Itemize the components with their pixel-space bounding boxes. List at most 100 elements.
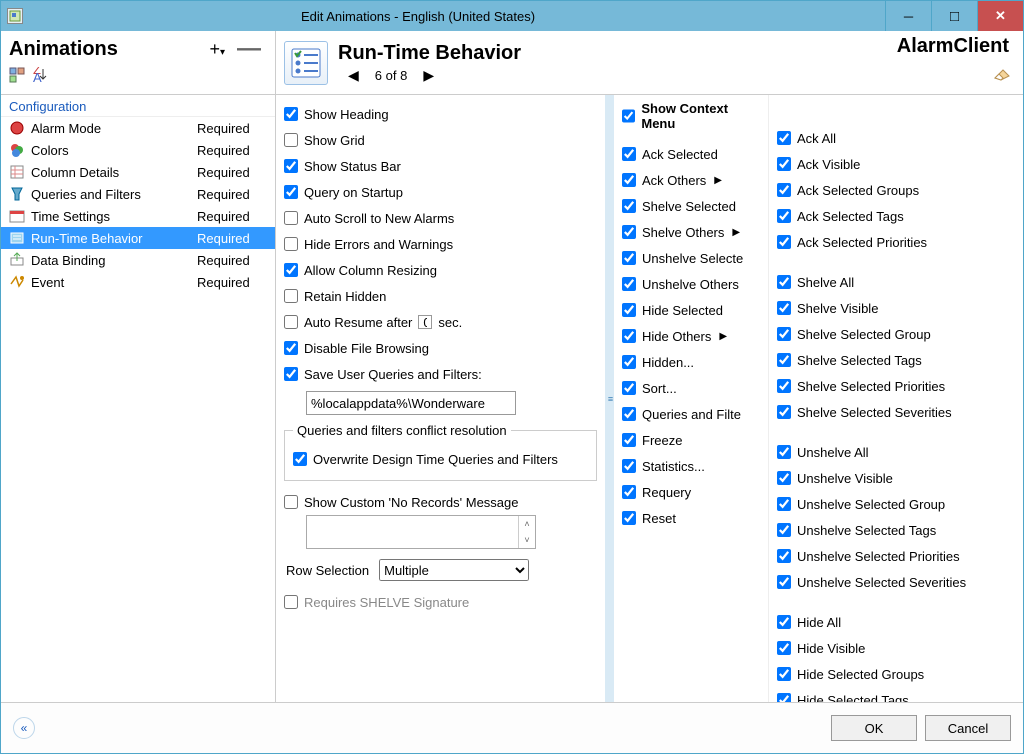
remove-animation-button[interactable]: — (231, 35, 267, 63)
show-grid-checkbox[interactable] (284, 133, 298, 147)
nav-item-icon (9, 208, 25, 224)
pager-prev-button[interactable]: ◀ (348, 67, 359, 84)
maximize-button[interactable] (931, 1, 977, 31)
ctx-ack-selected-groups-checkbox[interactable] (777, 183, 791, 197)
ok-button[interactable]: OK (831, 715, 917, 741)
nav-item-column-details[interactable]: Column DetailsRequired (1, 161, 275, 183)
ctx-unshelve-selecte-checkbox[interactable] (622, 251, 636, 265)
ctx-unshelve-selected-severities-checkbox[interactable] (777, 575, 791, 589)
msg-down-button[interactable]: ˅ (519, 532, 535, 548)
splitter[interactable]: ≡ (606, 95, 614, 702)
ctx-statistics--checkbox[interactable] (622, 459, 636, 473)
ctx-ack-all-checkbox[interactable] (777, 131, 791, 145)
show-custom-msg-checkbox[interactable] (284, 495, 298, 509)
requires-sig-checkbox[interactable] (284, 595, 298, 609)
custom-msg-input[interactable]: ˄˅ (306, 515, 536, 549)
clear-icon[interactable] (991, 66, 1015, 90)
ctx-item-label: Ack Selected (642, 147, 718, 162)
cancel-button[interactable]: Cancel (925, 715, 1011, 741)
retain-hidden-checkbox[interactable] (284, 289, 298, 303)
ctx-ack-selected-checkbox[interactable] (622, 147, 636, 161)
nav-item-event[interactable]: EventRequired (1, 271, 275, 293)
component-name: AlarmClient (897, 35, 1015, 58)
ctx-item-label: Ack Others (642, 173, 706, 188)
ctx-unshelve-visible-checkbox[interactable] (777, 471, 791, 485)
ctx-shelve-selected-group-checkbox[interactable] (777, 327, 791, 341)
ctx-item-label: Hide Visible (797, 641, 865, 656)
nav-item-label: Time Settings (31, 209, 191, 224)
ctx-reset-checkbox[interactable] (622, 511, 636, 525)
ctx-shelve-others-checkbox[interactable] (622, 225, 636, 239)
ctx-unshelve-others-checkbox[interactable] (622, 277, 636, 291)
auto-resume-checkbox[interactable] (284, 315, 298, 329)
ctx-requery-checkbox[interactable] (622, 485, 636, 499)
ctx-shelve-all-checkbox[interactable] (777, 275, 791, 289)
ctx-sort--checkbox[interactable] (622, 381, 636, 395)
nav-item-queries-and-filters[interactable]: Queries and FiltersRequired (1, 183, 275, 205)
ctx-unshelve-selected-priorities-checkbox[interactable] (777, 549, 791, 563)
ctx-shelve-selected-severities-checkbox[interactable] (777, 405, 791, 419)
msg-up-button[interactable]: ˄ (519, 516, 535, 532)
ctx-unshelve-all-checkbox[interactable] (777, 445, 791, 459)
ctx-shelve-selected-tags-checkbox[interactable] (777, 353, 791, 367)
collapse-button[interactable]: « (13, 717, 35, 739)
ctx-item-label: Shelve Selected Tags (797, 353, 922, 368)
query-on-startup-checkbox[interactable] (284, 185, 298, 199)
ctx-item-label: Unshelve Visible (797, 471, 893, 486)
hide-errors-checkbox[interactable] (284, 237, 298, 251)
pager-label: 6 of 8 (375, 68, 408, 83)
ctx-hide-visible-checkbox[interactable] (777, 641, 791, 655)
ctx-item-label: Shelve Visible (797, 301, 878, 316)
row-selection-select[interactable]: Multiple (379, 559, 529, 581)
nav-item-data-binding[interactable]: Data BindingRequired (1, 249, 275, 271)
save-queries-checkbox[interactable] (284, 367, 298, 381)
ctx-hide-selected-groups-checkbox[interactable] (777, 667, 791, 681)
page-title: Run-Time Behavior (338, 42, 897, 65)
sort-icon[interactable]: ZA (33, 67, 49, 83)
ctx-item-label: Shelve Selected Group (797, 327, 931, 342)
overwrite-checkbox[interactable] (293, 452, 307, 466)
nav-item-status: Required (197, 165, 267, 180)
add-animation-button[interactable]: +▾ (203, 39, 231, 60)
ctx-hide-all-checkbox[interactable] (777, 615, 791, 629)
ctx-item-label: Statistics... (642, 459, 705, 474)
ctx-hide-selected-checkbox[interactable] (622, 303, 636, 317)
nav-item-label: Colors (31, 143, 191, 158)
nav-item-time-settings[interactable]: Time SettingsRequired (1, 205, 275, 227)
ctx-item-label: Unshelve Selected Tags (797, 523, 936, 538)
ctx-item-label: Ack Selected Tags (797, 209, 904, 224)
allow-resize-checkbox[interactable] (284, 263, 298, 277)
save-path-input[interactable] (306, 391, 516, 415)
ctx-hide-selected-tags-checkbox[interactable] (777, 693, 791, 702)
ctx-hidden--checkbox[interactable] (622, 355, 636, 369)
ctx-ack-others-checkbox[interactable] (622, 173, 636, 187)
show-status-bar-checkbox[interactable] (284, 159, 298, 173)
show-context-menu-checkbox[interactable] (622, 109, 635, 123)
ctx-ack-selected-tags-checkbox[interactable] (777, 209, 791, 223)
nav-item-label: Data Binding (31, 253, 191, 268)
categorize-icon[interactable] (9, 67, 25, 83)
ctx-item-label: Hide Selected (642, 303, 723, 318)
minimize-button[interactable] (885, 1, 931, 31)
ctx-freeze-checkbox[interactable] (622, 433, 636, 447)
ctx-shelve-visible-checkbox[interactable] (777, 301, 791, 315)
ctx-ack-selected-priorities-checkbox[interactable] (777, 235, 791, 249)
close-button[interactable] (977, 1, 1023, 31)
ctx-item-label: Shelve Selected Priorities (797, 379, 945, 394)
ctx-shelve-selected-checkbox[interactable] (622, 199, 636, 213)
submenu-arrow-icon: ▶ (719, 331, 727, 342)
ctx-queries-and-filte-checkbox[interactable] (622, 407, 636, 421)
ctx-unshelve-selected-group-checkbox[interactable] (777, 497, 791, 511)
ctx-unshelve-selected-tags-checkbox[interactable] (777, 523, 791, 537)
nav-item-run-time-behavior[interactable]: Run-Time BehaviorRequired (1, 227, 275, 249)
auto-resume-value[interactable] (418, 315, 432, 329)
pager-next-button[interactable]: ▶ (423, 67, 434, 84)
nav-item-colors[interactable]: ColorsRequired (1, 139, 275, 161)
ctx-hide-others-checkbox[interactable] (622, 329, 636, 343)
nav-item-alarm-mode[interactable]: Alarm ModeRequired (1, 117, 275, 139)
ctx-shelve-selected-priorities-checkbox[interactable] (777, 379, 791, 393)
auto-scroll-checkbox[interactable] (284, 211, 298, 225)
disable-browse-checkbox[interactable] (284, 341, 298, 355)
ctx-ack-visible-checkbox[interactable] (777, 157, 791, 171)
show-heading-checkbox[interactable] (284, 107, 298, 121)
